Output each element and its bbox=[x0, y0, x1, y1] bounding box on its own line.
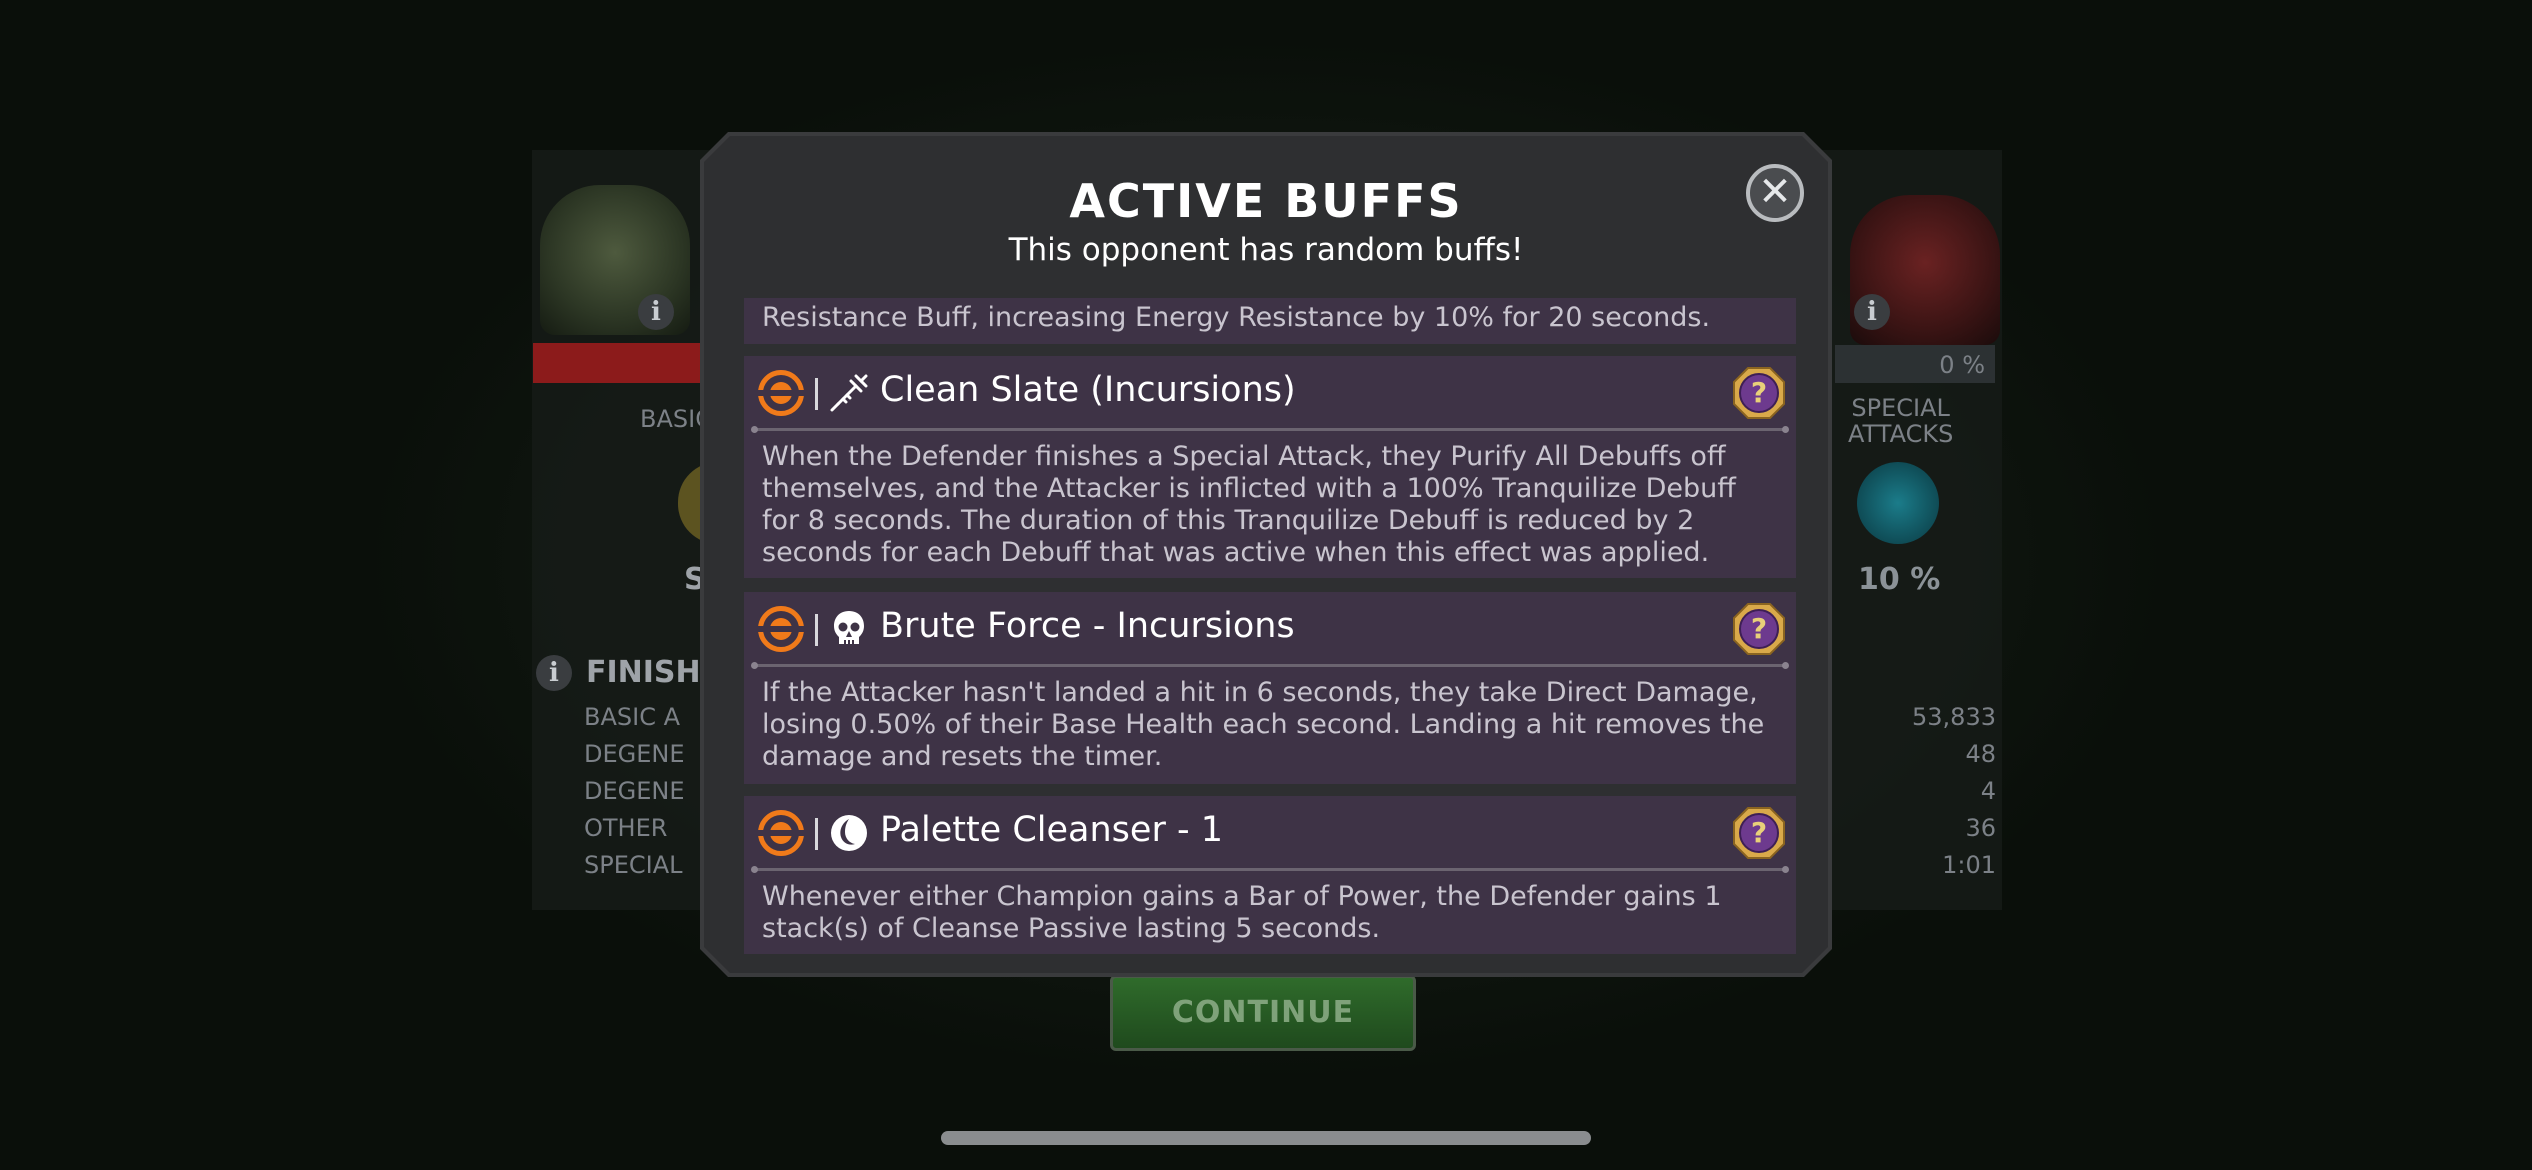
buff-card: Brute Force - Incursions ? If the Attack… bbox=[744, 592, 1796, 784]
buff-list[interactable]: Resistance Buff, increasing Energy Resis… bbox=[744, 298, 1796, 958]
stat-label-4: OTHER bbox=[584, 814, 668, 842]
separator bbox=[815, 614, 818, 646]
svg-text:?: ? bbox=[1751, 816, 1767, 849]
cleanse-icon bbox=[831, 815, 867, 851]
help-icon[interactable]: ? bbox=[1732, 806, 1786, 860]
modal-title: ACTIVE BUFFS bbox=[1069, 174, 1463, 228]
right-bar-percent: 0 % bbox=[1939, 351, 1985, 379]
buff-card-partial: Resistance Buff, increasing Energy Resis… bbox=[744, 298, 1796, 344]
right-bar: 0 % bbox=[1835, 345, 1995, 383]
home-indicator[interactable] bbox=[941, 1131, 1591, 1145]
modal-body: ACTIVE BUFFS This opponent has random bu… bbox=[704, 136, 1828, 973]
partial-buff-description: Resistance Buff, increasing Energy Resis… bbox=[762, 302, 1711, 333]
help-icon[interactable]: ? bbox=[1732, 602, 1786, 656]
left-info-icon[interactable]: i bbox=[638, 294, 674, 330]
help-icon[interactable]: ? bbox=[1732, 366, 1786, 420]
buff-title-row: Brute Force - Incursions ? bbox=[744, 592, 1796, 664]
buff-name: Palette Cleanser - 1 bbox=[880, 810, 1223, 850]
syringe-icon bbox=[830, 374, 868, 412]
stat-value-3: 4 bbox=[1980, 777, 1996, 805]
buff-slot-icon bbox=[757, 810, 805, 856]
buff-name: Clean Slate (Incursions) bbox=[880, 370, 1296, 410]
svg-text:?: ? bbox=[1751, 376, 1767, 409]
stat-value-1: 53,833 bbox=[1912, 703, 1996, 731]
left-health-bar bbox=[533, 343, 708, 383]
svg-text:?: ? bbox=[1751, 612, 1767, 645]
buff-slot-icon bbox=[757, 370, 805, 416]
buff-name: Brute Force - Incursions bbox=[880, 606, 1295, 646]
stats-info-icon[interactable]: i bbox=[536, 655, 572, 691]
special-attack-icon bbox=[1857, 462, 1939, 544]
stat-value-5: 1:01 bbox=[1942, 851, 1996, 879]
close-button[interactable]: ✕ bbox=[1746, 164, 1804, 222]
stat-value-4: 36 bbox=[1965, 814, 1996, 842]
title-divider bbox=[751, 426, 1789, 433]
buff-card: Palette Cleanser - 1 ? Whenever either C… bbox=[744, 796, 1796, 954]
right-info-icon[interactable]: i bbox=[1854, 294, 1890, 330]
modal-subtitle: This opponent has random buffs! bbox=[1008, 232, 1524, 268]
stat-label-2: DEGENE bbox=[584, 740, 685, 768]
buff-description: If the Attacker hasn't landed a hit in 6… bbox=[762, 677, 1765, 772]
stats-heading: FINISH bbox=[586, 655, 701, 690]
close-icon: ✕ bbox=[1758, 169, 1792, 215]
title-divider bbox=[751, 866, 1789, 873]
buff-description: When the Defender finishes a Special Att… bbox=[762, 441, 1736, 568]
right-column-value: 10 % bbox=[1858, 562, 1941, 597]
separator bbox=[815, 378, 818, 410]
active-buffs-modal: ACTIVE BUFFS This opponent has random bu… bbox=[700, 132, 1832, 977]
right-column-label: SPECIAL ATTACKS bbox=[1848, 394, 1954, 448]
buff-card: Clean Slate (Incursions) ? When the Defe… bbox=[744, 356, 1796, 578]
buff-title-row: Clean Slate (Incursions) ? bbox=[744, 356, 1796, 428]
buff-title-row: Palette Cleanser - 1 ? bbox=[744, 796, 1796, 868]
title-divider bbox=[751, 662, 1789, 669]
buff-description: Whenever either Champion gains a Bar of … bbox=[762, 881, 1722, 944]
separator bbox=[815, 818, 818, 850]
stat-label-5: SPECIAL bbox=[584, 851, 683, 879]
skull-icon bbox=[834, 611, 864, 645]
stat-value-2: 48 bbox=[1965, 740, 1996, 768]
stat-label-1: BASIC A bbox=[584, 703, 680, 731]
buff-slot-icon bbox=[757, 606, 805, 652]
stat-label-3: DEGENE bbox=[584, 777, 685, 805]
continue-button[interactable]: CONTINUE bbox=[1110, 975, 1416, 1051]
